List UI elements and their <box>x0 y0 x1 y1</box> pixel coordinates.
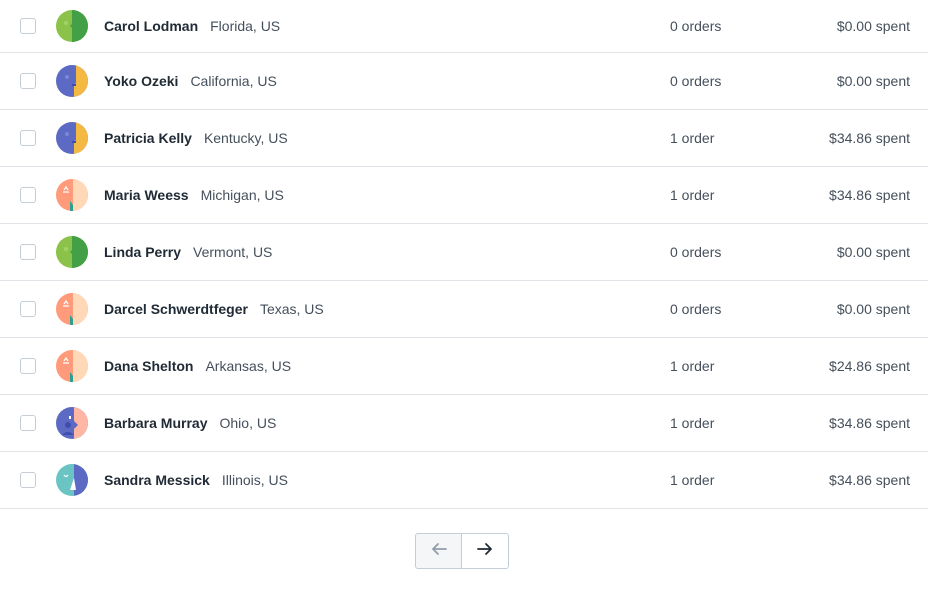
customer-name[interactable]: Maria Weess Michigan, US <box>104 187 284 203</box>
previous-page-button[interactable] <box>415 533 462 569</box>
row-checkbox[interactable] <box>20 472 36 488</box>
customer-name[interactable]: Carol Lodman Florida, US <box>104 18 280 34</box>
order-count: 1 order <box>670 358 715 374</box>
customer-location: Kentucky, US <box>203 130 288 146</box>
amount-spent: $34.86 spent <box>829 415 910 431</box>
avatar-purple-yellow-icon <box>56 65 88 97</box>
list-item[interactable]: Carol Lodman Florida, US 0 orders $0.00 s… <box>0 0 928 53</box>
customer-name[interactable]: Linda Perry Vermont, US <box>104 244 272 260</box>
row-checkbox[interactable] <box>20 18 36 34</box>
arrow-left-icon <box>429 539 449 564</box>
customer-name[interactable]: Barbara Murray Ohio, US <box>104 415 276 431</box>
customer-name[interactable]: Sandra Messick Illinois, US <box>104 472 288 488</box>
list-item[interactable]: Yoko Ozeki California, US 0 orders $0.00 … <box>0 53 928 110</box>
order-count: 0 orders <box>670 73 722 89</box>
customer-name[interactable]: Darcel Schwerdtfeger Texas, US <box>104 301 324 317</box>
amount-spent: $0.00 spent <box>836 18 910 34</box>
customer-name[interactable]: Dana Shelton Arkansas, US <box>104 358 291 374</box>
customer-location: Vermont, US <box>193 244 273 260</box>
customer-location: Illinois, US <box>221 472 288 488</box>
list-item[interactable]: Maria Weess Michigan, US 1 order $34.86 s… <box>0 167 928 224</box>
row-checkbox[interactable] <box>20 73 36 89</box>
avatar-salmon-icon <box>56 179 88 211</box>
row-checkbox[interactable] <box>20 415 36 431</box>
avatar-purple-yellow-icon <box>56 122 88 154</box>
arrow-right-icon <box>475 539 495 564</box>
order-count: 1 order <box>670 130 715 146</box>
order-count: 1 order <box>670 187 715 203</box>
amount-spent: $34.86 spent <box>829 130 910 146</box>
customer-name[interactable]: Patricia Kelly Kentucky, US <box>104 130 288 146</box>
avatar-salmon-icon <box>56 350 88 382</box>
order-count: 0 orders <box>670 18 722 34</box>
amount-spent: $24.86 spent <box>829 358 910 374</box>
amount-spent: $0.00 spent <box>836 301 910 317</box>
avatar-green-icon <box>56 236 88 268</box>
customer-location: Arkansas, US <box>205 358 292 374</box>
list-item[interactable]: Darcel Schwerdtfeger Texas, US 0 orders $… <box>0 281 928 338</box>
row-checkbox[interactable] <box>20 301 36 317</box>
avatar-teal-icon <box>56 464 88 496</box>
avatar-purple-pink-icon <box>56 407 88 439</box>
list-item[interactable]: Patricia Kelly Kentucky, US 1 order $34.8… <box>0 110 928 167</box>
avatar-green-icon <box>56 10 88 42</box>
amount-spent: $0.00 spent <box>836 73 910 89</box>
order-count: 0 orders <box>670 244 722 260</box>
row-checkbox[interactable] <box>20 187 36 203</box>
amount-spent: $0.00 spent <box>836 244 910 260</box>
list-item[interactable]: Dana Shelton Arkansas, US 1 order $24.86 … <box>0 338 928 395</box>
next-page-button[interactable] <box>461 533 509 569</box>
customer-location: Texas, US <box>259 301 324 317</box>
list-item[interactable]: Sandra Messick Illinois, US 1 order $34.8… <box>0 452 928 509</box>
customer-location: California, US <box>190 73 277 89</box>
list-item[interactable]: Linda Perry Vermont, US 0 orders $0.00 sp… <box>0 224 928 281</box>
customer-location: Florida, US <box>210 18 281 34</box>
customer-location: Ohio, US <box>219 415 277 431</box>
amount-spent: $34.86 spent <box>829 472 910 488</box>
row-checkbox[interactable] <box>20 130 36 146</box>
row-checkbox[interactable] <box>20 244 36 260</box>
order-count: 1 order <box>670 472 715 488</box>
avatar-salmon-icon <box>56 293 88 325</box>
amount-spent: $34.86 spent <box>829 187 910 203</box>
order-count: 1 order <box>670 415 715 431</box>
pagination <box>415 533 510 569</box>
list-item[interactable]: Barbara Murray Ohio, US 1 order $34.86 sp… <box>0 395 928 452</box>
customer-list: Carol Lodman Florida, US 0 orders $0.00 s… <box>0 0 928 509</box>
order-count: 0 orders <box>670 301 722 317</box>
row-checkbox[interactable] <box>20 358 36 374</box>
customer-location: Michigan, US <box>200 187 284 203</box>
customer-name[interactable]: Yoko Ozeki California, US <box>104 73 277 89</box>
